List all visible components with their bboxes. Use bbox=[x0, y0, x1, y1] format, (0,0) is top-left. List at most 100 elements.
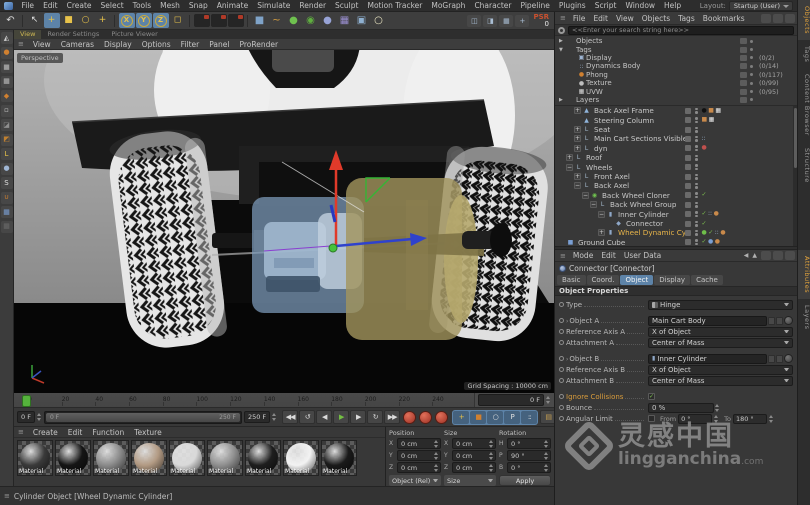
object-tag-icon[interactable]: ● bbox=[702, 145, 707, 151]
object-tag-icon[interactable]: ● bbox=[708, 239, 713, 245]
key-rotation-toggle[interactable]: ○ bbox=[487, 410, 504, 424]
object-tag-icon[interactable]: ✓ bbox=[702, 220, 707, 227]
filter-row[interactable]: ● Phong (0/117) bbox=[555, 71, 797, 79]
attribute-dropdown[interactable]: Hinge bbox=[648, 299, 793, 310]
key-dot-icon[interactable] bbox=[750, 81, 753, 85]
quantize-icon[interactable]: ▦ bbox=[0, 220, 13, 233]
object-name[interactable]: Roof bbox=[584, 153, 604, 162]
viewport-solo-icon[interactable]: ◫ bbox=[467, 14, 482, 27]
menu-item[interactable]: Script bbox=[590, 0, 621, 12]
material-swatch[interactable]: Material bbox=[55, 440, 91, 476]
coordinate-field[interactable]: 0 ° bbox=[507, 438, 551, 449]
attribute-dropdown[interactable]: X of Object bbox=[648, 364, 793, 375]
current-frame-field[interactable]: 0 F bbox=[478, 394, 544, 406]
snap-settings-icon[interactable]: ▦ bbox=[499, 14, 514, 27]
material-menu-item[interactable]: Texture bbox=[129, 428, 166, 437]
to-field[interactable]: 180 ° bbox=[732, 413, 767, 424]
material-swatch[interactable]: Material bbox=[93, 440, 129, 476]
visibility-dots-icon[interactable] bbox=[695, 192, 698, 199]
value-stepper[interactable] bbox=[489, 451, 494, 461]
visibility-dots-icon[interactable] bbox=[695, 145, 698, 152]
object-name[interactable]: Back Wheel Group bbox=[608, 200, 678, 209]
coordinate-field[interactable]: 0 cm bbox=[452, 462, 496, 473]
goto-start-button[interactable]: ◀◀ bbox=[282, 410, 299, 424]
make-editable-icon[interactable]: ◭ bbox=[0, 32, 13, 44]
checkbox[interactable] bbox=[648, 415, 655, 422]
snap-toggle-icon[interactable]: S bbox=[0, 177, 13, 189]
viewport-menu-item[interactable]: Panel bbox=[204, 40, 234, 49]
points-mode-icon[interactable]: ▫ bbox=[0, 104, 13, 117]
menu-item[interactable]: Tools bbox=[128, 0, 155, 12]
object-tree-row[interactable]: + L dyn ● bbox=[555, 144, 797, 153]
object-tag-icon[interactable]: :: bbox=[708, 211, 712, 217]
object-tag-icon[interactable]: ● bbox=[720, 229, 725, 236]
visibility-dots-icon[interactable] bbox=[695, 201, 698, 208]
object-name[interactable]: Ground Cube bbox=[576, 238, 627, 246]
value-stepper[interactable] bbox=[544, 439, 549, 449]
filter-row[interactable]: ▣ Display (0/2) bbox=[555, 54, 797, 62]
play-backwards-button[interactable]: ↺ bbox=[299, 410, 316, 424]
menu-item[interactable]: Help bbox=[660, 0, 686, 12]
material-menu-item[interactable]: Edit bbox=[63, 428, 88, 437]
expander-icon[interactable]: − bbox=[598, 210, 605, 218]
filter-row[interactable]: ▶ Objects bbox=[555, 37, 797, 45]
visibility-dots-icon[interactable] bbox=[695, 229, 698, 236]
expander-icon[interactable]: − bbox=[582, 191, 589, 199]
object-manager-menu-item[interactable]: Bookmarks bbox=[699, 14, 749, 23]
environment-icon[interactable]: ▦ bbox=[337, 13, 353, 28]
visibility-dots-icon[interactable] bbox=[695, 154, 698, 161]
keyframe-ring-icon[interactable] bbox=[559, 416, 564, 421]
panel-menu-icon[interactable]: ≡ bbox=[18, 40, 24, 48]
play-button[interactable]: ▶ bbox=[333, 410, 350, 424]
light-icon[interactable]: ○ bbox=[371, 13, 387, 28]
material-menu-item[interactable]: Create bbox=[28, 428, 63, 437]
value-stepper[interactable] bbox=[714, 414, 719, 424]
key-dot-icon[interactable] bbox=[750, 90, 753, 94]
render-view-icon[interactable] bbox=[193, 14, 210, 27]
key-dot-icon[interactable] bbox=[750, 48, 753, 52]
generators-icon[interactable]: ● bbox=[286, 13, 302, 28]
layer-toggle-icon[interactable] bbox=[685, 182, 691, 189]
attribute-tab[interactable]: Coord. bbox=[586, 275, 620, 285]
object-name[interactable]: Main Cart Sections Visible bbox=[592, 134, 685, 143]
primitive-cube-icon[interactable]: ■ bbox=[252, 13, 268, 28]
object-name[interactable]: Wheel Dynamic Cylinder bbox=[616, 228, 685, 237]
layer-toggle-icon[interactable] bbox=[685, 239, 691, 246]
object-tag-icon[interactable]: ✓ bbox=[702, 239, 707, 245]
object-tag-icon[interactable]: ▦ bbox=[709, 117, 715, 123]
layer-toggle-icon[interactable] bbox=[685, 192, 691, 199]
camera-label[interactable]: Perspective bbox=[17, 53, 63, 63]
expander-icon[interactable]: − bbox=[590, 201, 597, 209]
panel-menu-icon[interactable]: ≡ bbox=[18, 428, 24, 436]
lock-icon[interactable] bbox=[773, 251, 783, 260]
object-tree-row[interactable]: + L Front Axel bbox=[555, 172, 797, 181]
object-tag-icon[interactable]: ▦ bbox=[715, 107, 721, 114]
coordinate-mode-select[interactable]: Object (Rel) bbox=[389, 475, 441, 486]
menu-item[interactable]: Render bbox=[295, 0, 331, 12]
end-frame-stepper[interactable] bbox=[272, 412, 277, 422]
attribute-tab[interactable]: Display bbox=[654, 275, 691, 285]
visibility-toggle-icon[interactable] bbox=[740, 96, 747, 103]
material-swatch[interactable]: Material bbox=[245, 440, 281, 476]
filter-row[interactable]: ▶ Layers bbox=[555, 96, 797, 104]
value-stepper[interactable] bbox=[544, 451, 549, 461]
menu-item[interactable]: Mesh bbox=[156, 0, 185, 12]
panel-tab[interactable]: Attributes bbox=[798, 250, 810, 300]
object-name[interactable]: Front Axel bbox=[592, 172, 632, 181]
panel-tab[interactable]: Layers bbox=[798, 299, 810, 336]
keyframe-ring-icon[interactable] bbox=[559, 340, 564, 345]
viewport-menu-item[interactable]: ProRender bbox=[234, 40, 283, 49]
layer-toggle-icon[interactable] bbox=[685, 220, 691, 227]
object-picker-icon[interactable] bbox=[784, 316, 793, 325]
material-swatch[interactable]: Material bbox=[283, 440, 319, 476]
y-axis-lock[interactable]: Y bbox=[135, 13, 152, 28]
object-tree-row[interactable]: ▲ Steering Column ■ ▦ bbox=[555, 116, 797, 125]
value-stepper[interactable] bbox=[434, 451, 439, 461]
expander-icon[interactable]: + bbox=[574, 126, 581, 134]
attribute-dropdown[interactable]: X of Object bbox=[648, 326, 793, 337]
autokey-button[interactable] bbox=[418, 410, 432, 424]
key-pla-toggle[interactable]: :: bbox=[521, 410, 538, 424]
visibility-dots-icon[interactable] bbox=[695, 182, 698, 189]
visibility-dots-icon[interactable] bbox=[695, 117, 698, 124]
loop-button[interactable]: ↻ bbox=[367, 410, 384, 424]
